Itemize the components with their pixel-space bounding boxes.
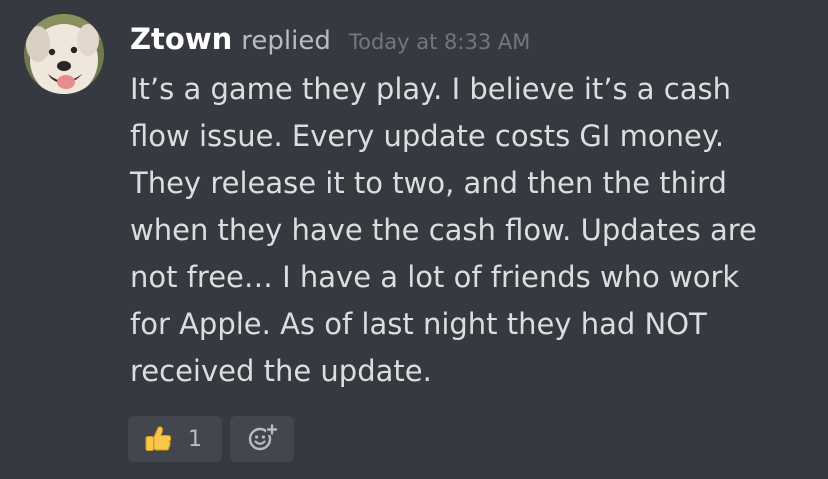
reaction-thumbs-up[interactable]: 1 [128, 416, 222, 462]
timestamp: Today at 8:33 AM [348, 30, 531, 54]
message-line: not free… I have a lot of friends who wo… [130, 260, 740, 294]
chat-view: Ztown replied Today at 8:33 AM It’s a ga… [0, 0, 828, 479]
message-line: flow issue. Every update costs GI money. [130, 119, 725, 153]
message-line: for Apple. As of last night they had NOT [130, 307, 707, 341]
message-line: received the update. [130, 354, 432, 388]
message-line: It’s a game they play. I believe it’s a … [130, 72, 731, 106]
user-avatar[interactable] [24, 14, 104, 94]
previous-message-fragment [130, 0, 810, 2]
dog-avatar-icon [24, 14, 104, 94]
message-header: Ztown replied Today at 8:33 AM [130, 22, 530, 62]
thumbs-up-icon [142, 423, 174, 455]
message-body: It’s a game they play. I believe it’s a … [130, 66, 815, 395]
add-reaction-smiley-icon [246, 421, 278, 457]
reaction-count: 1 [188, 426, 202, 452]
username[interactable]: Ztown [130, 22, 232, 56]
add-reaction-button[interactable] [230, 416, 294, 462]
action-label: replied [241, 26, 331, 56]
message-line: They release it to two, and then the thi… [130, 166, 727, 200]
message-line: when they have the cash flow. Updates ar… [130, 213, 757, 247]
